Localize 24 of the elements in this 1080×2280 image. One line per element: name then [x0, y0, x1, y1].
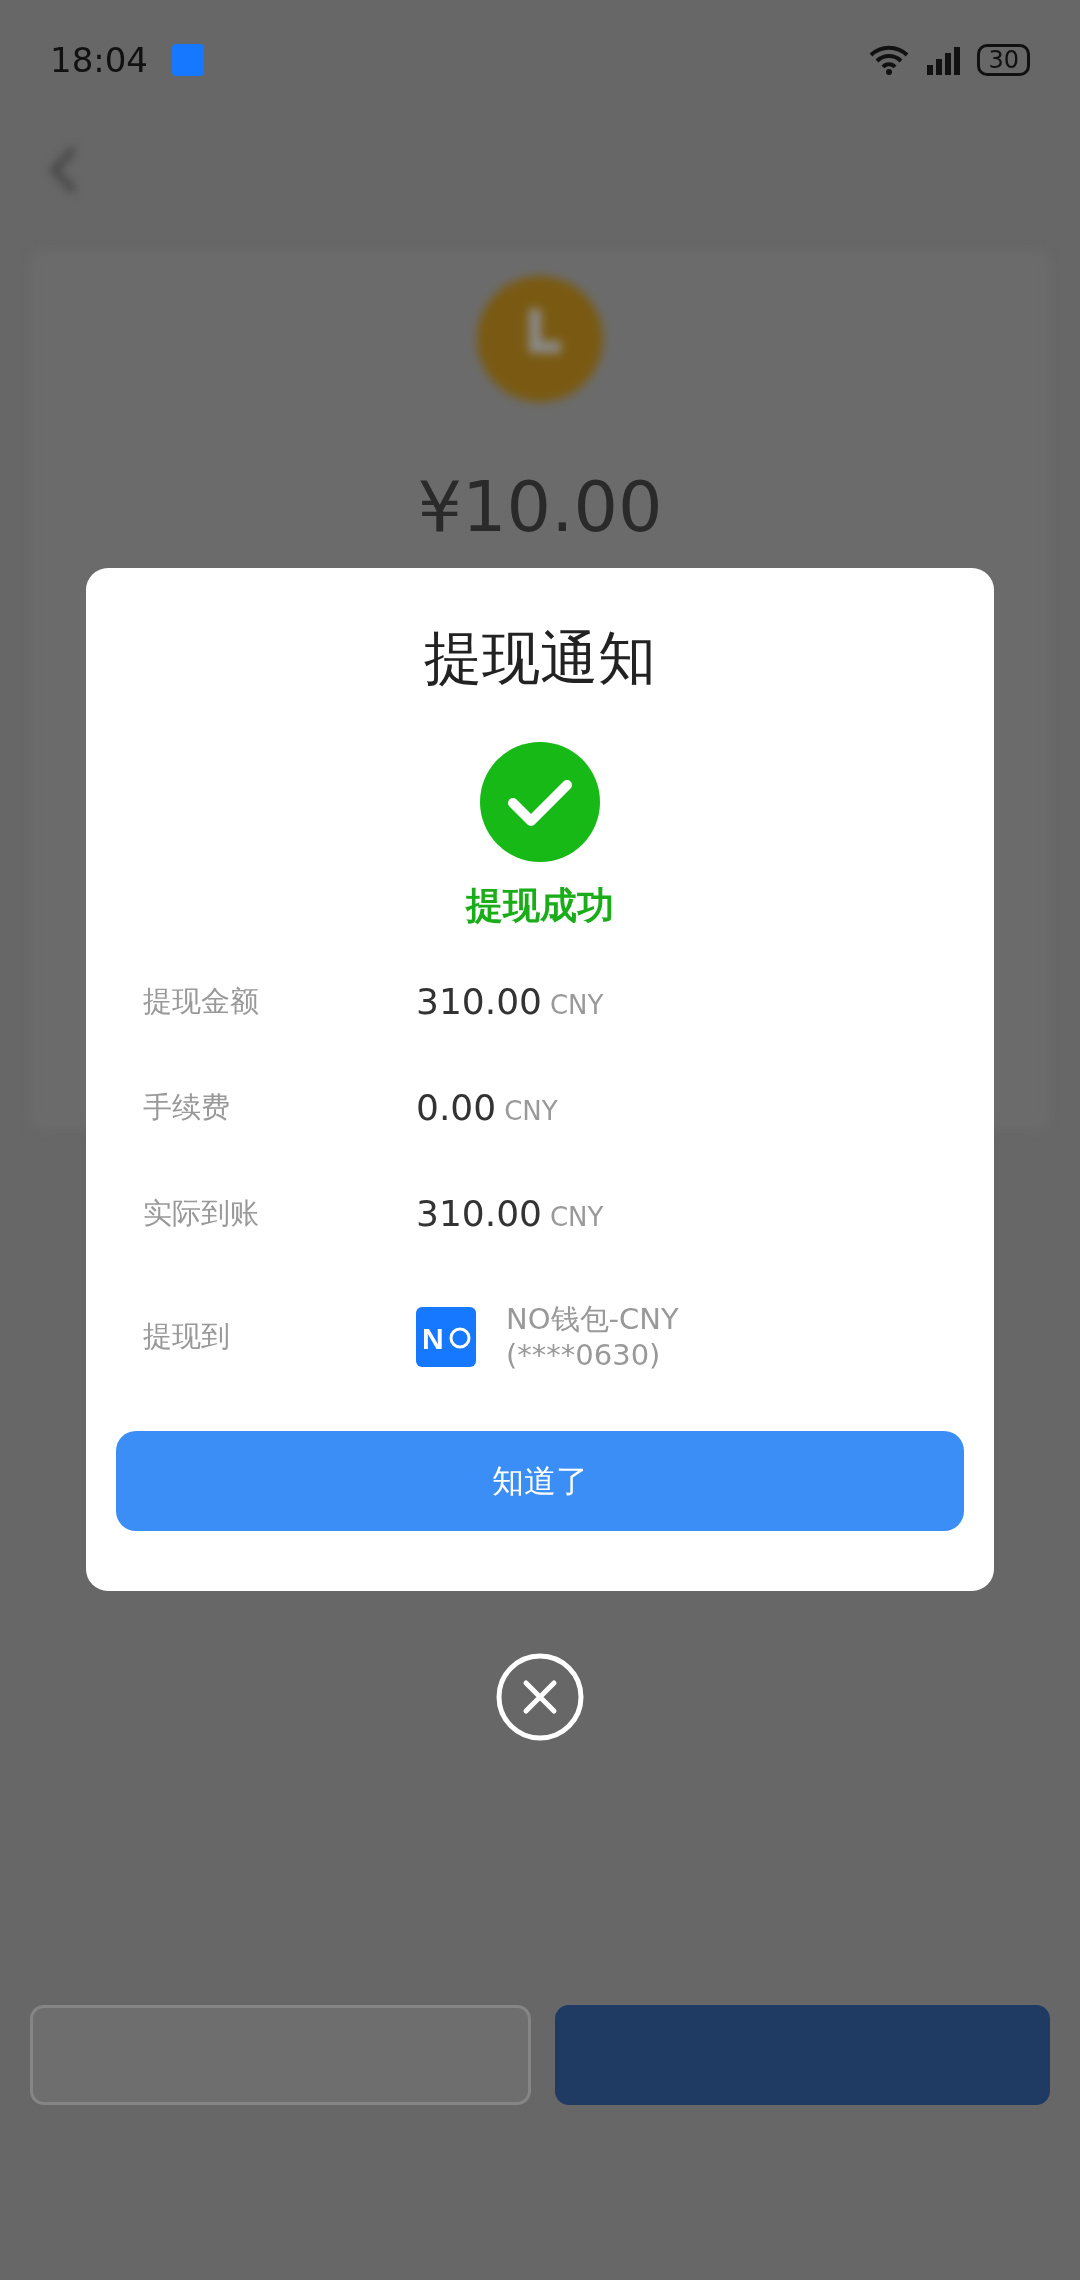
clock-icon — [475, 274, 605, 404]
check-circle-icon — [480, 741, 600, 862]
amount-value: 310.00 — [416, 1192, 542, 1237]
close-button[interactable] — [496, 1653, 584, 1741]
status-time: 18:04 — [50, 38, 148, 82]
currency-unit: CNY — [549, 989, 604, 1023]
amount-text: ¥10.00 — [416, 465, 664, 550]
row-label: 手续费 — [142, 1089, 231, 1127]
amount-value: 0.00 — [416, 1086, 497, 1131]
battery-indicator: 30 — [977, 43, 1030, 77]
row-label: 提现金额 — [142, 983, 260, 1021]
row-label: 实际到账 — [142, 1195, 260, 1233]
currency-unit: CNY — [549, 1201, 604, 1235]
wifi-icon — [869, 45, 910, 75]
wallet-logo: N — [416, 1307, 476, 1368]
status-text: 提现成功 — [466, 883, 614, 927]
currency-unit: CNY — [504, 1095, 558, 1129]
wallet-name: NO钱包-CNY — [506, 1300, 679, 1338]
row-label: 提现到 — [142, 1318, 231, 1356]
amount-value: 310.00 — [416, 980, 542, 1025]
dialog-title: 提现通知 — [424, 624, 656, 694]
confirm-button[interactable]: 知道了 — [116, 1431, 964, 1532]
account-number: (****0630) — [506, 1337, 662, 1374]
signal-icon — [925, 45, 962, 75]
